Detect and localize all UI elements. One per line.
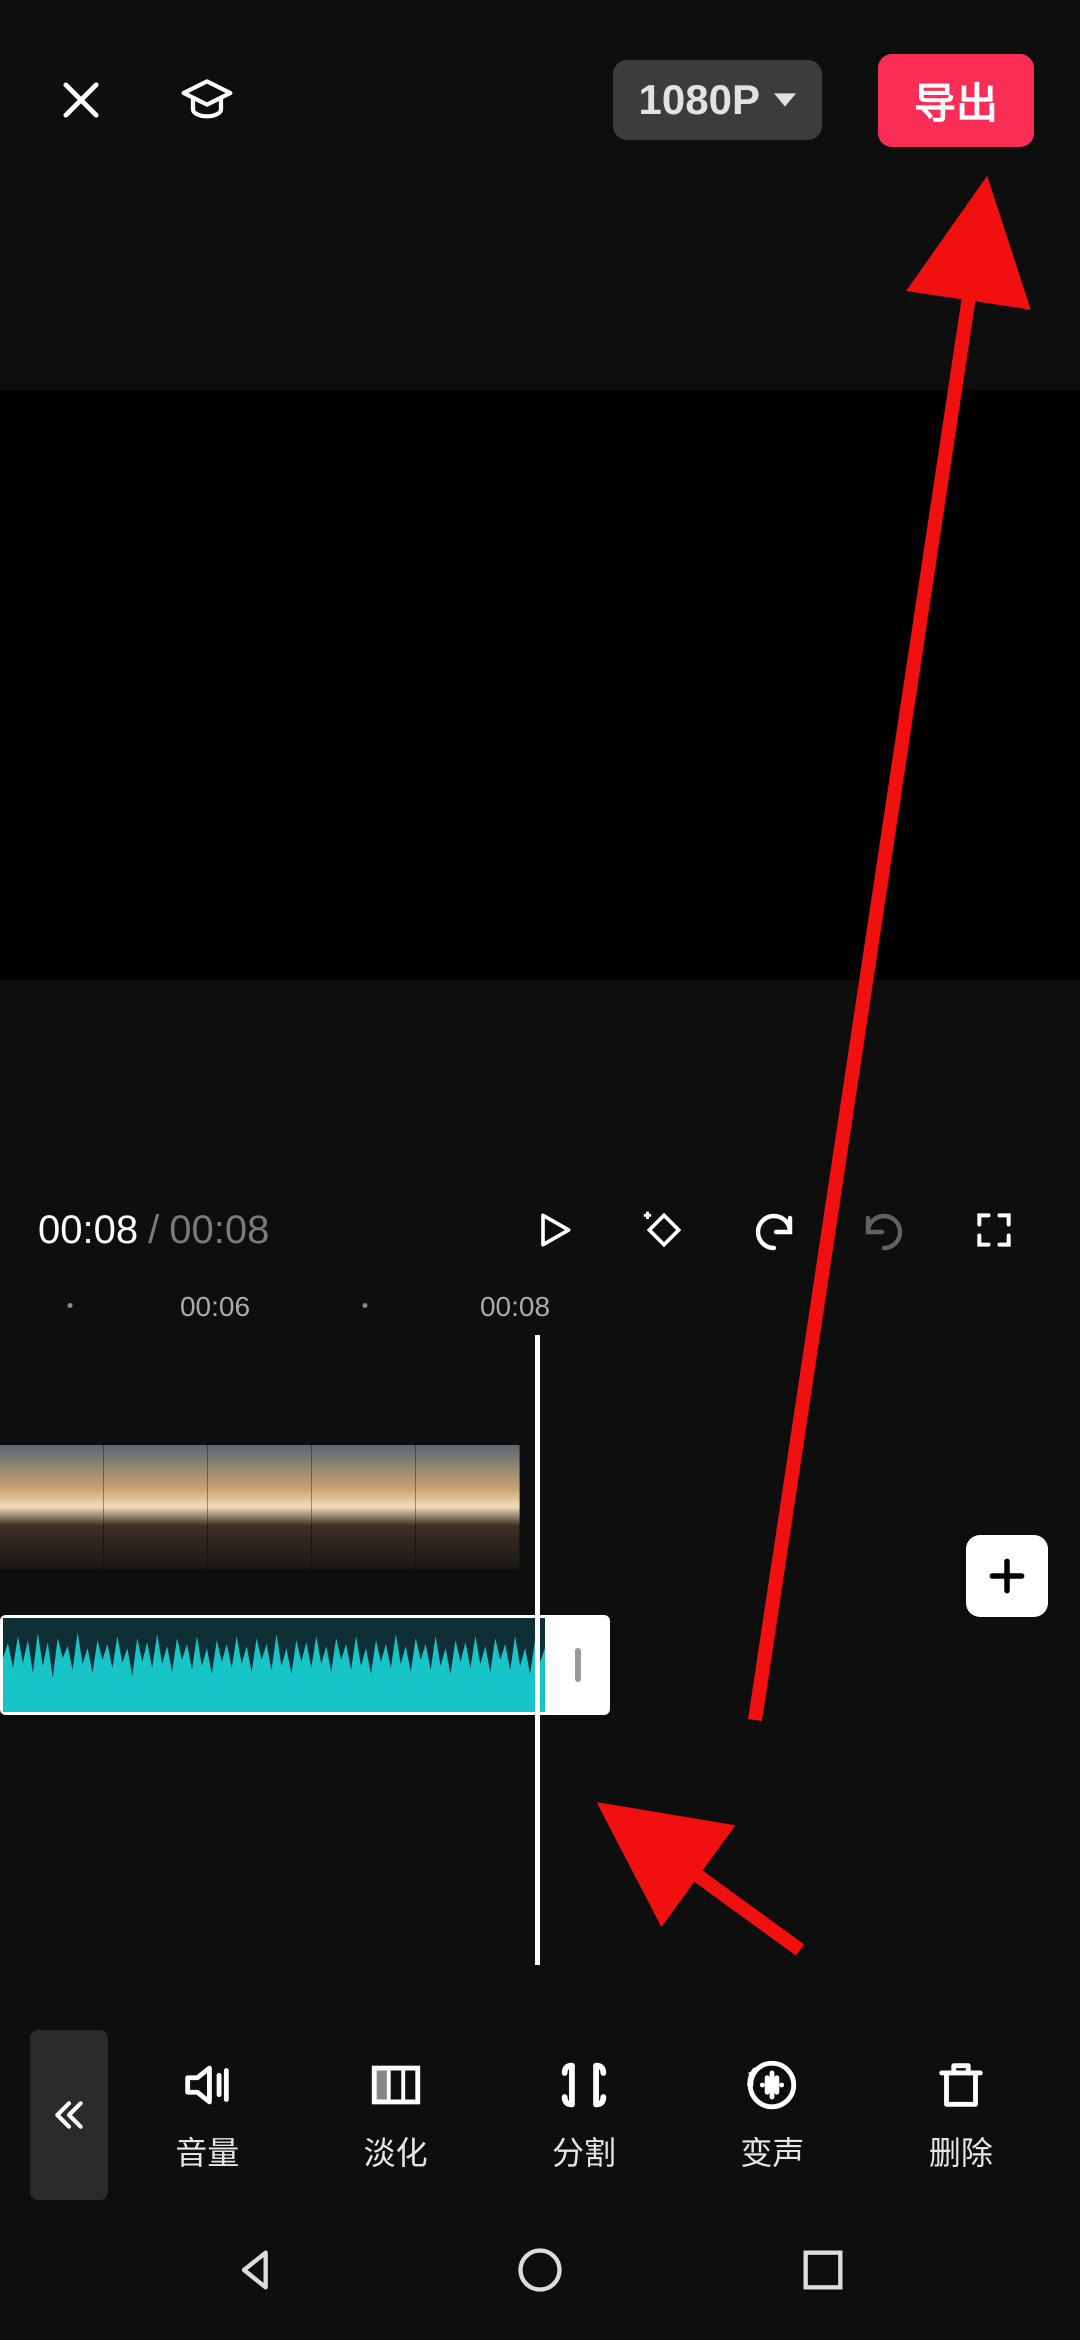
tool-fade[interactable]: 淡化: [306, 2056, 484, 2174]
tool-volume[interactable]: 音量: [118, 2056, 296, 2174]
nav-home-button[interactable]: [514, 2244, 566, 2301]
annotation-overlay: [0, 0, 1080, 2340]
playback-bar: 00:08 / 00:08: [0, 1185, 1080, 1275]
add-clip-button[interactable]: [966, 1535, 1048, 1617]
timecode: 00:08 / 00:08: [38, 1208, 269, 1253]
undo-button[interactable]: [736, 1192, 812, 1268]
redo-button[interactable]: [846, 1192, 922, 1268]
video-preview[interactable]: [0, 390, 1080, 980]
square-recent-icon: [797, 2244, 849, 2296]
split-icon: [555, 2056, 613, 2114]
toolbar-back-button[interactable]: [30, 2030, 108, 2200]
tool-label: 音量: [175, 2128, 239, 2174]
waveform-icon: [3, 1618, 545, 1712]
tool-voice-change[interactable]: 变声: [683, 2056, 861, 2174]
nav-recent-button[interactable]: [797, 2244, 849, 2301]
ruler-mark: 00:08: [480, 1291, 550, 1323]
tutorial-button[interactable]: [172, 65, 242, 135]
topbar: 1080P 导出: [0, 0, 1080, 200]
time-ruler: 00:06 00:08: [0, 1285, 1080, 1329]
tool-label: 删除: [929, 2128, 993, 2174]
voice-change-icon: [743, 2056, 801, 2114]
timecode-separator: /: [148, 1208, 159, 1253]
keyframe-icon: [642, 1208, 686, 1252]
fullscreen-icon: [972, 1208, 1016, 1252]
timecode-total: 00:08: [169, 1208, 269, 1253]
fullscreen-button[interactable]: [956, 1192, 1032, 1268]
close-icon: [55, 74, 107, 126]
export-button[interactable]: 导出: [878, 54, 1034, 147]
keyframe-add-button[interactable]: [626, 1192, 702, 1268]
caret-down-icon: [774, 93, 796, 107]
ruler-mark: 00:06: [180, 1291, 250, 1323]
resolution-label: 1080P: [639, 76, 760, 124]
video-clip[interactable]: [0, 1445, 520, 1569]
graduation-cap-icon: [179, 72, 235, 128]
audio-clip[interactable]: [0, 1615, 610, 1715]
playhead[interactable]: [535, 1335, 540, 1965]
audio-clip-trim-handle[interactable]: [545, 1615, 610, 1715]
trash-icon: [932, 2056, 990, 2114]
timecode-current: 00:08: [38, 1208, 138, 1253]
tool-split[interactable]: 分割: [495, 2056, 673, 2174]
tool-label: 淡化: [364, 2128, 428, 2174]
export-label: 导出: [914, 80, 998, 127]
circle-home-icon: [514, 2244, 566, 2296]
chevrons-left-icon: [49, 2095, 89, 2135]
tool-label: 变声: [740, 2128, 804, 2174]
edit-toolbar: 音量 淡化 分割 变声 删除: [0, 2020, 1080, 2210]
triangle-back-icon: [231, 2244, 283, 2296]
timeline[interactable]: 00:06 00:08: [0, 1285, 1080, 1955]
nav-back-button[interactable]: [231, 2244, 283, 2301]
system-nav-bar: [0, 2222, 1080, 2322]
fade-icon: [367, 2056, 425, 2114]
play-button[interactable]: [516, 1192, 592, 1268]
play-icon: [532, 1208, 576, 1252]
redo-icon: [860, 1206, 908, 1254]
speaker-icon: [178, 2056, 236, 2114]
resolution-selector[interactable]: 1080P: [613, 60, 822, 140]
undo-icon: [750, 1206, 798, 1254]
plus-icon: [985, 1554, 1029, 1598]
close-button[interactable]: [46, 65, 116, 135]
tool-label: 分割: [552, 2128, 616, 2174]
tool-delete[interactable]: 删除: [872, 2056, 1050, 2174]
